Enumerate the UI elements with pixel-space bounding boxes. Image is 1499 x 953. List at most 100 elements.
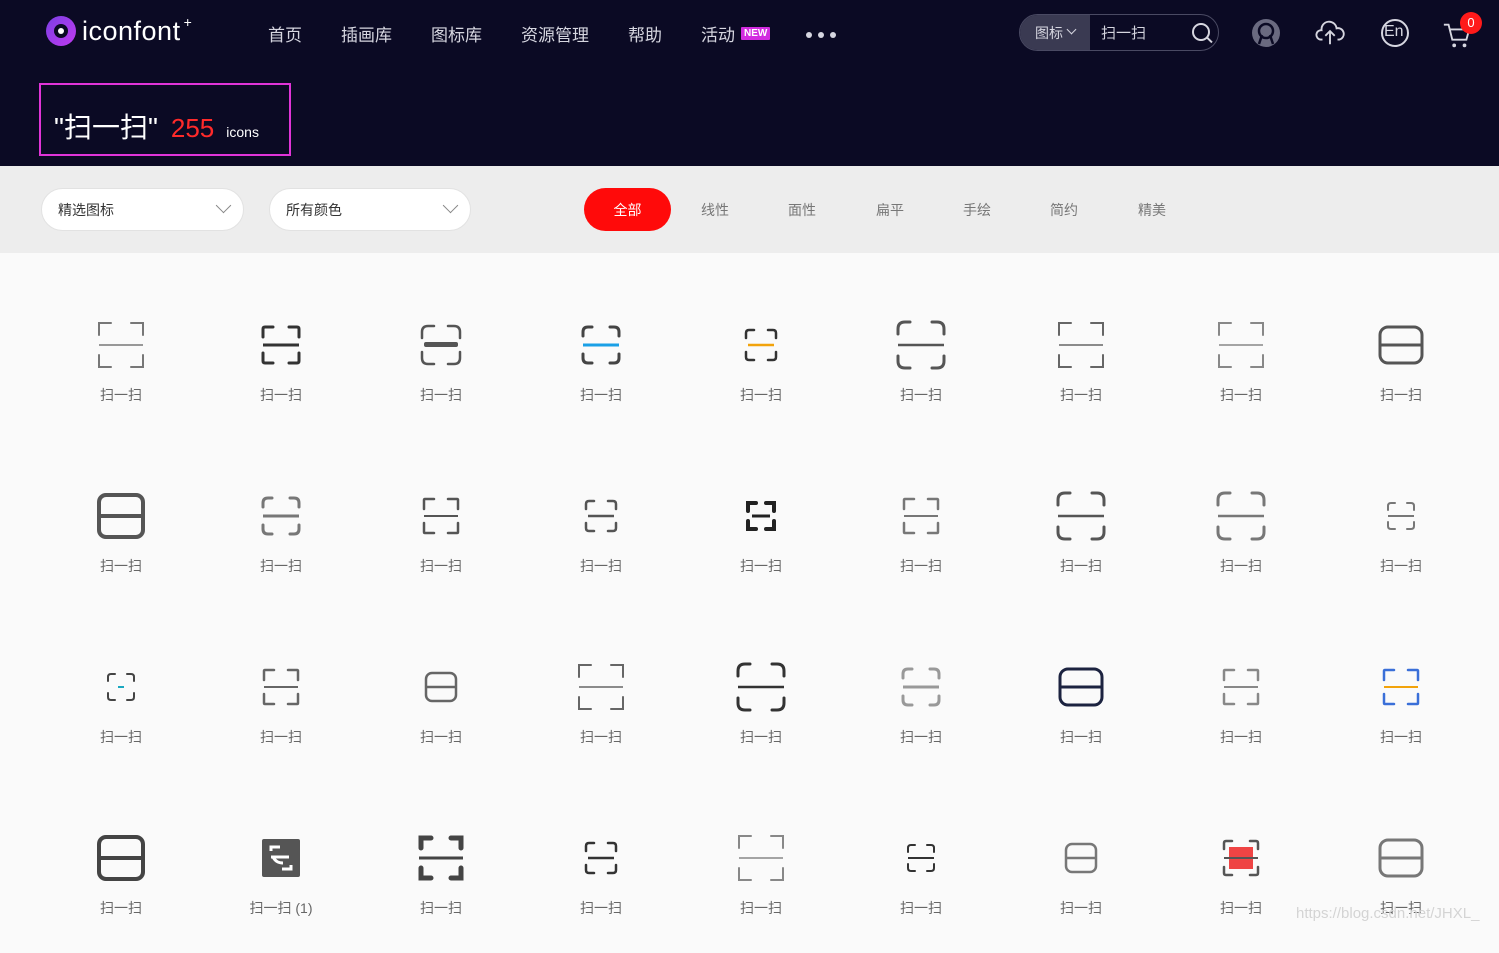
icon-card[interactable]: 扫一扫: [841, 833, 1001, 953]
icon-card[interactable]: 扫一扫: [841, 320, 1001, 440]
nav-home[interactable]: 首页: [268, 21, 302, 46]
chip-all[interactable]: 全部: [584, 188, 671, 231]
scan-icon: [901, 667, 941, 707]
icon-card[interactable]: 扫一扫: [521, 320, 681, 440]
search-type-select[interactable]: 图标: [1020, 15, 1090, 50]
chevron-down-icon: [215, 197, 232, 214]
search-input[interactable]: [1090, 24, 1186, 41]
scan-icon: [107, 673, 135, 701]
icon-card[interactable]: 扫一扫: [1161, 662, 1321, 782]
icon-card[interactable]: 扫一扫: [1001, 833, 1161, 953]
icon-card-label: 扫一扫: [1380, 387, 1422, 403]
nav-help[interactable]: 帮助: [628, 21, 662, 46]
main-nav: 首页 插画库 图标库 资源管理 帮助 活动 NEW: [268, 20, 837, 46]
icon-card[interactable]: 扫一扫: [1161, 833, 1321, 953]
nav-activity[interactable]: 活动 NEW: [701, 21, 771, 46]
icon-card[interactable]: 扫一扫: [361, 491, 521, 611]
iconfont-logo[interactable]: iconfont +: [46, 14, 192, 47]
icon-card[interactable]: 扫一扫: [681, 491, 841, 611]
new-badge: NEW: [741, 26, 771, 40]
icon-card[interactable]: 扫一扫: [361, 662, 521, 782]
icon-card[interactable]: 扫一扫: [521, 491, 681, 611]
icon-card-label: 扫一扫: [1060, 729, 1102, 745]
scan-icon: [581, 325, 621, 365]
icon-card[interactable]: 扫一扫: [1321, 491, 1481, 611]
icon-card[interactable]: 扫一扫: [41, 662, 201, 782]
icon-card-label: 扫一扫: [740, 729, 782, 745]
icon-card-label: 扫一扫: [740, 387, 782, 403]
icon-card[interactable]: 扫一扫: [681, 662, 841, 782]
nav-resource-management[interactable]: 资源管理: [521, 21, 589, 46]
icon-card[interactable]: 扫一扫: [41, 320, 201, 440]
scan-icon: [738, 835, 784, 881]
icon-card-label: 扫一扫: [260, 729, 302, 745]
scan-icon: [97, 493, 145, 539]
nav-illustrations[interactable]: 插画库: [341, 21, 392, 46]
color-select[interactable]: 所有颜色: [269, 188, 471, 231]
icon-card-label: 扫一扫: [1380, 558, 1422, 574]
chip-exquisite[interactable]: 精美: [1117, 188, 1187, 231]
chevron-down-icon: [1066, 24, 1077, 35]
icon-card[interactable]: 扫一扫: [201, 491, 361, 611]
scan-icon: [744, 328, 778, 362]
scan-icon: [578, 664, 624, 710]
scan-icon: [414, 831, 464, 881]
icon-card-label: 扫一扫: [900, 900, 942, 916]
scan-icon: [584, 499, 618, 533]
icon-card[interactable]: 扫一扫: [1001, 491, 1161, 611]
nav-icon-library[interactable]: 图标库: [431, 21, 482, 46]
icon-card-label: 扫一扫 (1): [249, 900, 313, 916]
icon-card[interactable]: 扫一扫: [1161, 320, 1321, 440]
icon-card[interactable]: 扫一扫: [1001, 662, 1161, 782]
icon-card[interactable]: 扫一扫: [1161, 491, 1321, 611]
scan-icon: [584, 841, 618, 875]
chip-line[interactable]: 线性: [680, 188, 750, 231]
user-avatar-icon[interactable]: [1251, 18, 1281, 48]
color-select-label: 所有颜色: [286, 201, 342, 218]
icon-type-select-label: 精选图标: [58, 201, 114, 218]
scan-icon: [1222, 839, 1260, 877]
chip-fill[interactable]: 面性: [767, 188, 837, 231]
chip-flat[interactable]: 扁平: [855, 188, 925, 231]
icon-card[interactable]: 扫一扫 (1): [201, 833, 361, 953]
chip-handdrawn[interactable]: 手绘: [942, 188, 1012, 231]
icon-card[interactable]: 扫一扫: [361, 831, 521, 953]
result-count: 255: [170, 113, 215, 143]
icon-card[interactable]: 扫一扫: [521, 833, 681, 953]
icon-card[interactable]: 扫一扫: [841, 662, 1001, 782]
icon-card[interactable]: 扫一扫: [841, 491, 1001, 611]
result-query: "扫一扫": [54, 112, 158, 143]
iconfont-logo-icon: [46, 16, 76, 46]
icon-card[interactable]: 扫一扫: [361, 320, 521, 440]
language-label: En: [1384, 23, 1404, 40]
search-icon[interactable]: [1186, 15, 1218, 50]
icon-card[interactable]: 扫一扫: [1321, 833, 1481, 953]
icon-card[interactable]: 扫一扫: [201, 662, 361, 782]
more-menu-icon[interactable]: [806, 28, 837, 38]
search-result-summary: "扫一扫" 255 icons: [39, 83, 291, 156]
scan-icon: [1378, 325, 1424, 365]
icon-card-label: 扫一扫: [580, 900, 622, 916]
icon-grid: 扫一扫 扫一扫 扫一扫 扫一扫 扫一扫 扫一扫 扫一扫 扫一扫 扫一扫 扫一扫 扫一…: [0, 253, 1499, 932]
scan-icon: [1378, 838, 1424, 878]
watermark: https://blog.csdn.net/JHXL_: [1296, 905, 1480, 922]
icon-card[interactable]: 扫一扫: [201, 320, 361, 440]
scan-icon: [262, 839, 300, 877]
icon-card[interactable]: 扫一扫: [681, 320, 841, 440]
chip-simple[interactable]: 简约: [1029, 188, 1099, 231]
icon-card[interactable]: 扫一扫: [1321, 320, 1481, 440]
scan-icon: [1216, 491, 1266, 541]
icon-card[interactable]: 扫一扫: [521, 662, 681, 782]
icon-card[interactable]: 扫一扫: [41, 833, 201, 953]
icon-type-select[interactable]: 精选图标: [41, 188, 244, 231]
icon-card[interactable]: 扫一扫: [41, 491, 201, 611]
icon-card-label: 扫一扫: [1220, 387, 1262, 403]
icon-card[interactable]: 扫一扫: [1321, 662, 1481, 782]
result-unit: icons: [226, 124, 259, 140]
upload-cloud-icon[interactable]: [1315, 18, 1345, 48]
icon-card-label: 扫一扫: [900, 558, 942, 574]
icon-card[interactable]: 扫一扫: [681, 833, 841, 953]
icon-card[interactable]: 扫一扫: [1001, 320, 1161, 440]
icon-card-label: 扫一扫: [740, 900, 782, 916]
scan-icon: [424, 671, 458, 703]
